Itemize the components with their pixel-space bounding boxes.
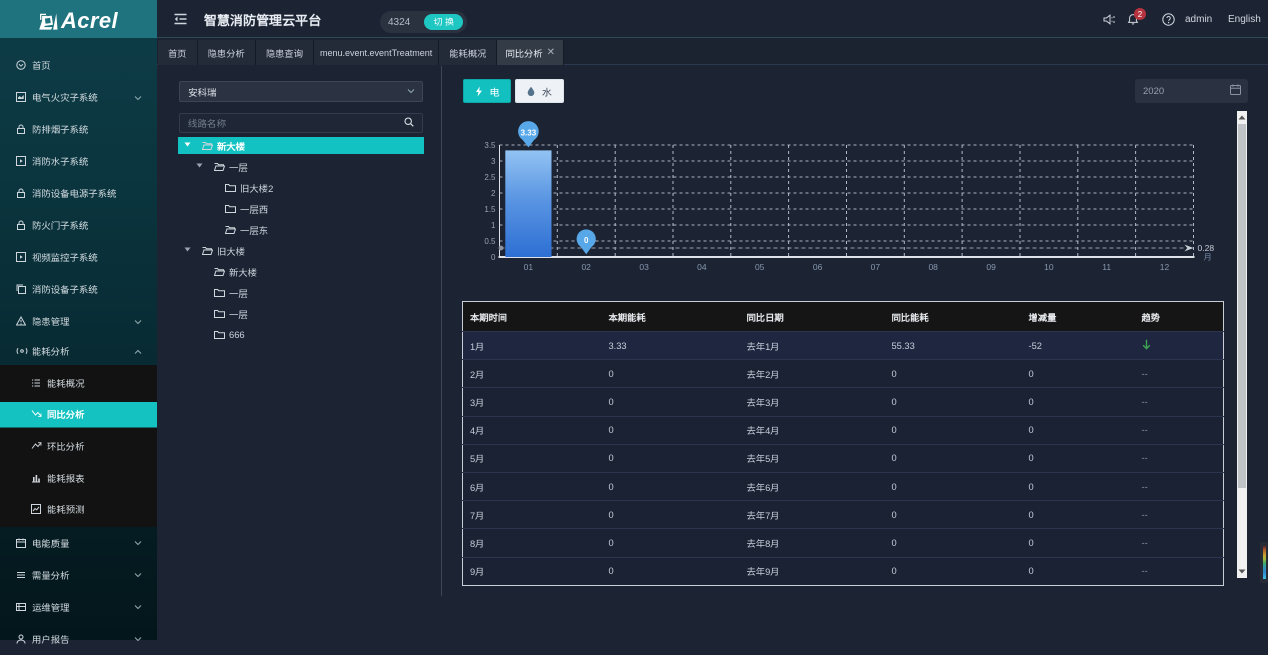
svg-text:10: 10 <box>1044 262 1054 272</box>
svg-text:3.33: 3.33 <box>521 128 537 137</box>
svg-text:3: 3 <box>491 157 496 166</box>
svg-text:08: 08 <box>928 262 938 272</box>
svg-text:04: 04 <box>697 262 707 272</box>
svg-text:12: 12 <box>1160 262 1170 272</box>
svg-text:02: 02 <box>581 262 591 272</box>
svg-text:07: 07 <box>871 262 881 272</box>
svg-text:月: 月 <box>1204 252 1213 262</box>
svg-text:03: 03 <box>639 262 649 272</box>
svg-text:2: 2 <box>491 189 496 198</box>
svg-text:2.5: 2.5 <box>484 173 496 182</box>
svg-text:0.5: 0.5 <box>484 237 496 246</box>
svg-text:05: 05 <box>755 262 765 272</box>
svg-text:11: 11 <box>1102 262 1111 272</box>
svg-text:01: 01 <box>524 262 534 272</box>
svg-text:0: 0 <box>584 236 589 245</box>
svg-text:0: 0 <box>491 253 496 262</box>
svg-text:06: 06 <box>813 262 823 272</box>
svg-text:09: 09 <box>986 262 996 272</box>
svg-text:1.5: 1.5 <box>484 205 496 214</box>
svg-text:1: 1 <box>491 221 496 230</box>
svg-text:3.5: 3.5 <box>484 141 496 150</box>
